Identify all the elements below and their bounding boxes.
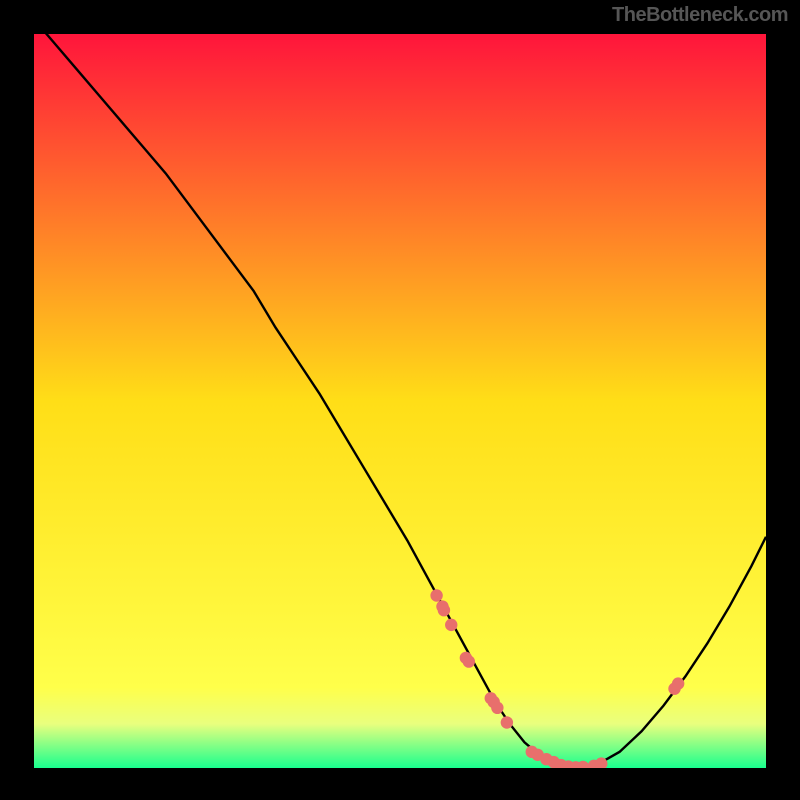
attribution-label: TheBottleneck.com (612, 4, 788, 27)
data-point (463, 655, 475, 667)
data-point (438, 604, 450, 616)
chart-container: TheBottleneck.com (0, 0, 800, 800)
data-point (672, 677, 684, 689)
bottleneck-curve-chart (34, 34, 766, 768)
data-point (430, 589, 442, 601)
gradient-background (34, 34, 766, 768)
data-point (445, 619, 457, 631)
data-point (491, 702, 503, 714)
data-point (501, 716, 513, 728)
plot-area (34, 34, 766, 768)
